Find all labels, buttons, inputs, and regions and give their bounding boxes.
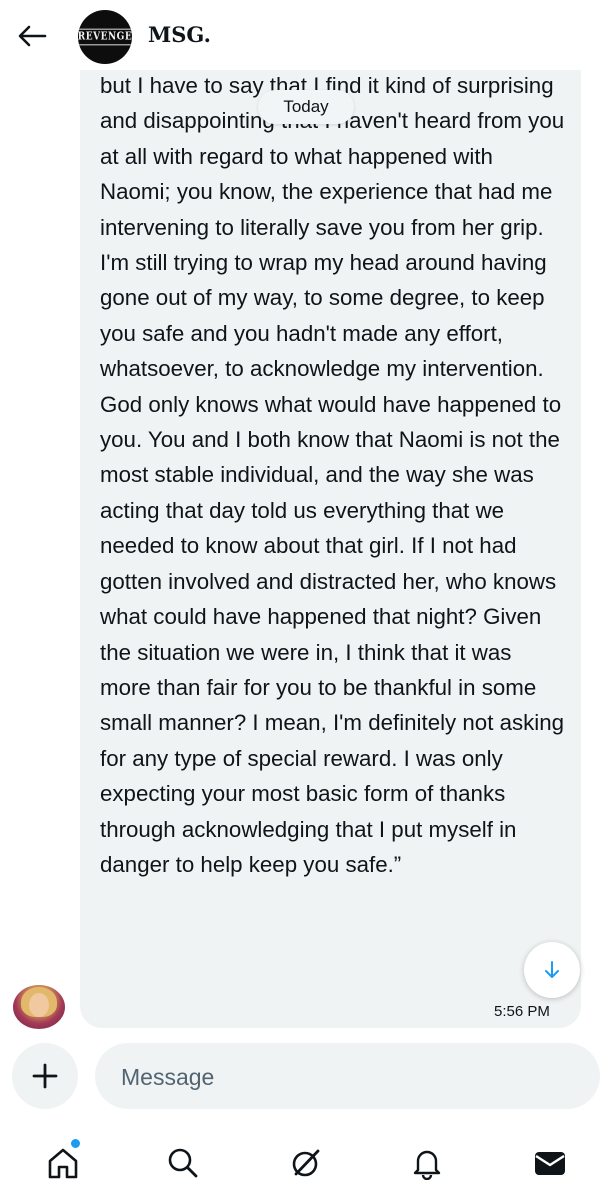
nav-notifications[interactable] bbox=[404, 1140, 450, 1186]
bottom-nav bbox=[0, 1130, 613, 1200]
avatar-logo-text: REVENGE bbox=[78, 28, 132, 46]
message-composer bbox=[95, 1043, 600, 1111]
bell-icon bbox=[413, 1150, 441, 1180]
nav-messages[interactable] bbox=[527, 1140, 573, 1186]
message-text: but I have to say that I find it kind of… bbox=[100, 73, 565, 877]
back-button[interactable] bbox=[14, 18, 50, 54]
date-divider: Today bbox=[258, 90, 354, 124]
conversation-title[interactable]: MSG. bbox=[148, 22, 211, 47]
conversation-header: REVENGE MSG. bbox=[0, 0, 613, 70]
message-timestamp: 5:56 PM bbox=[494, 1003, 550, 1020]
home-icon bbox=[48, 1148, 78, 1179]
grok-icon bbox=[292, 1149, 320, 1177]
conversation-avatar[interactable]: REVENGE bbox=[78, 10, 132, 64]
envelope-icon bbox=[535, 1152, 565, 1175]
notification-dot bbox=[69, 1137, 82, 1150]
sender-avatar[interactable] bbox=[13, 985, 65, 1029]
arrow-down-icon bbox=[545, 961, 559, 978]
search-icon bbox=[168, 1148, 198, 1178]
arrow-left-icon bbox=[18, 25, 47, 47]
scroll-to-bottom-button[interactable] bbox=[524, 942, 580, 998]
plus-icon bbox=[32, 1063, 58, 1089]
add-media-button[interactable] bbox=[12, 1043, 78, 1109]
message-input[interactable] bbox=[119, 1043, 583, 1111]
nav-grok[interactable] bbox=[283, 1140, 329, 1186]
nav-search[interactable] bbox=[160, 1140, 206, 1186]
